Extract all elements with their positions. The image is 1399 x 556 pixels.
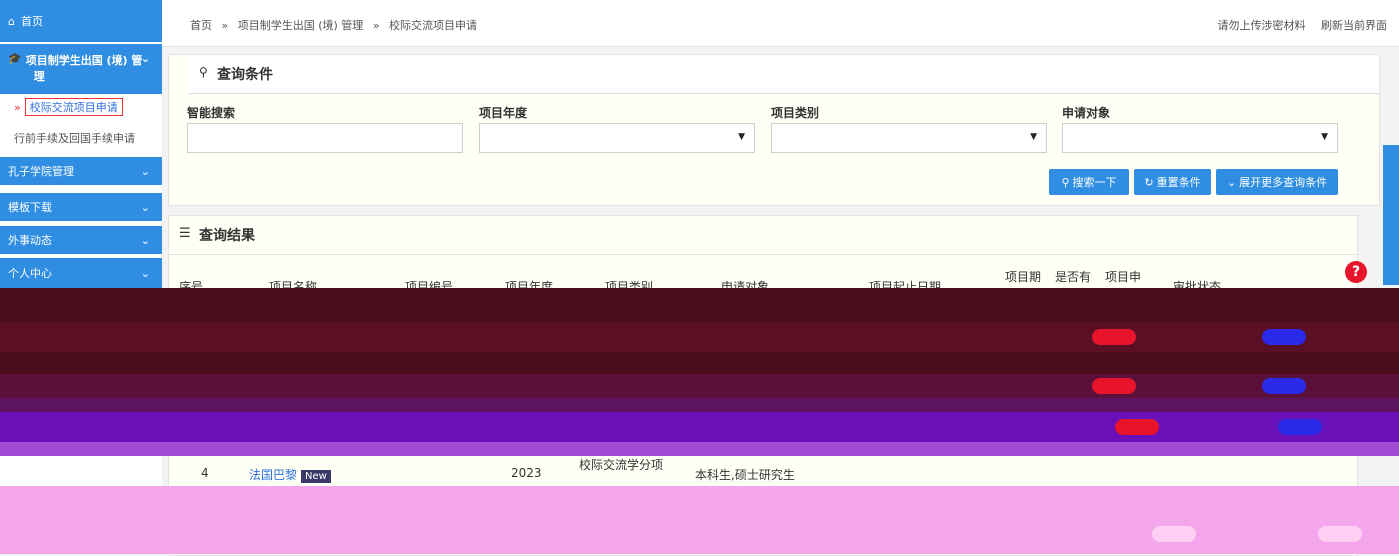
sidebar-item-label: 孔子学院管理 (8, 165, 74, 178)
query-panel: ⚲ 查询条件 智能搜索 项目年度 项目类别 申请对象 ▼ ▼ ▼ ⚲ 搜索一下 … (168, 54, 1380, 206)
status-badge (1092, 329, 1136, 345)
project-name: 法国巴黎 (249, 468, 298, 482)
status-badge (1092, 378, 1136, 394)
chevron-down-icon: ⌄ (140, 200, 150, 214)
sidebar-item-label: 项目制学生出国 (境) 管 (25, 54, 143, 67)
list-icon: ☰ (179, 226, 191, 241)
results-title: 查询结果 (199, 228, 255, 244)
caret-down-icon: ▼ (1030, 132, 1037, 142)
sidebar-item-label-line2: 理 (33, 70, 45, 83)
glitch-band (0, 352, 1399, 374)
row-year: 2023 (511, 466, 542, 480)
search-button-label: 搜索一下 (1072, 176, 1117, 189)
project-name-link[interactable]: 法国巴黎 New (249, 466, 331, 483)
chevron-down-icon: ⌄ (1226, 175, 1237, 189)
breadcrumb-project[interactable]: 项目制学生出国 (境) 管理 (238, 19, 364, 32)
breadcrumb-separator: » (372, 19, 380, 32)
chevron-down-icon: ⌄ (140, 233, 150, 247)
table-row[interactable]: 4 法国巴黎 New 2023 校际交流学分项 本科生,硕士研究生 (179, 458, 1347, 488)
help-icon[interactable]: ? (1345, 261, 1367, 283)
glitch-band (0, 486, 1399, 554)
double-chevron-icon: » (14, 100, 21, 114)
sidebar: ⌂ 首页 🎓 项目制学生出国 (境) 管 理 ⌄ » 校际交流项目申请 行前手续… (0, 0, 162, 554)
expand-query-button[interactable]: ⌄ 展开更多查询条件 (1216, 169, 1338, 195)
sidebar-item-project-abroad[interactable]: 🎓 项目制学生出国 (境) 管 理 ⌄ (0, 44, 162, 94)
glitch-band (0, 442, 1399, 456)
home-icon: ⌂ (8, 14, 15, 28)
reset-button-label: 重置条件 (1156, 176, 1201, 189)
sidebar-item-label: 校际交流项目申请 (24, 98, 123, 116)
label-smart-search: 智能搜索 (187, 106, 236, 120)
chevron-down-icon: ⌄ (140, 164, 150, 178)
sidebar-item-label: 行前手续及回国手续申请 (14, 132, 135, 145)
sidebar-item-label: 外事动态 (8, 234, 52, 247)
query-header: ⚲ 查询条件 (189, 55, 1379, 94)
action-button[interactable] (1262, 378, 1306, 394)
reset-button[interactable]: ↻ 重置条件 (1134, 169, 1211, 195)
year-select[interactable]: ▼ (479, 123, 755, 153)
breadcrumb-home[interactable]: 首页 (190, 19, 212, 32)
category-select[interactable]: ▼ (771, 123, 1047, 153)
chevron-down-icon: ⌄ (140, 52, 150, 65)
sidebar-item-personal[interactable]: 个人中心 ⌄ (0, 258, 162, 288)
action-button[interactable] (1278, 419, 1322, 435)
glitch-band (0, 322, 1399, 352)
glitch-band (0, 288, 1399, 322)
sidebar-item-label: 模板下载 (8, 201, 52, 214)
sidebar-item-pre-departure[interactable]: 行前手续及回国手续申请 (0, 124, 162, 152)
action-button[interactable] (1318, 526, 1362, 542)
row-category: 校际交流学分项 (579, 458, 664, 472)
sidebar-item-foreign-news[interactable]: 外事动态 ⌄ (0, 226, 162, 254)
search-icon: ⚲ (1061, 175, 1070, 189)
status-badge (1152, 526, 1196, 542)
right-toolbar[interactable] (1383, 145, 1399, 285)
refresh-icon: ↻ (1144, 175, 1154, 189)
th-apply: 项目申 (1105, 270, 1142, 284)
sidebar-item-confucius[interactable]: 孔子学院管理 ⌄ (0, 157, 162, 185)
action-button[interactable] (1262, 329, 1306, 345)
breadcrumb-separator: » (221, 19, 229, 32)
breadcrumb: 首页 » 项目制学生出国 (境) 管理 » 校际交流项目申请 (190, 17, 483, 33)
sidebar-item-templates[interactable]: 模板下载 ⌄ (0, 193, 162, 221)
divider (169, 254, 1357, 255)
breadcrumb-current: 校际交流项目申请 (389, 19, 478, 32)
glitch-band (0, 412, 1399, 442)
sidebar-item-label: 首页 (20, 15, 43, 28)
smart-search-input[interactable] (187, 123, 463, 153)
expand-query-button-label: 展开更多查询条件 (1239, 176, 1328, 189)
new-badge: New (301, 470, 331, 483)
sidebar-item-exchange-apply[interactable]: » 校际交流项目申请 (0, 96, 162, 118)
target-select[interactable]: ▼ (1062, 123, 1338, 153)
chevron-down-icon: ⌄ (140, 266, 150, 280)
glitch-band (0, 398, 1399, 412)
sidebar-item-home[interactable]: ⌂ 首页 (0, 0, 162, 42)
refresh-link[interactable]: 刷新当前界面 (1321, 19, 1387, 32)
label-category: 项目类别 (771, 106, 820, 120)
top-bar: 首页 » 项目制学生出国 (境) 管理 » 校际交流项目申请 请勿上传涉密材料 … (162, 0, 1399, 47)
caret-down-icon: ▼ (738, 132, 745, 142)
row-index: 4 (201, 466, 209, 480)
graduation-cap-icon: 🎓 (8, 52, 22, 65)
status-badge (1115, 419, 1159, 435)
glitch-band (0, 374, 1399, 398)
label-target: 申请对象 (1062, 106, 1111, 120)
query-title: 查询条件 (217, 67, 273, 83)
label-year: 项目年度 (479, 106, 528, 120)
caret-down-icon: ▼ (1321, 132, 1328, 142)
sidebar-item-label: 个人中心 (8, 267, 52, 280)
top-links: 请勿上传涉密材料 刷新当前界面 (1206, 17, 1388, 33)
row-target: 本科生,硕士研究生 (695, 468, 795, 482)
search-icon: ⚲ (199, 65, 208, 79)
search-button[interactable]: ⚲ 搜索一下 (1049, 169, 1129, 195)
no-secret-notice: 请勿上传涉密材料 (1217, 19, 1306, 32)
